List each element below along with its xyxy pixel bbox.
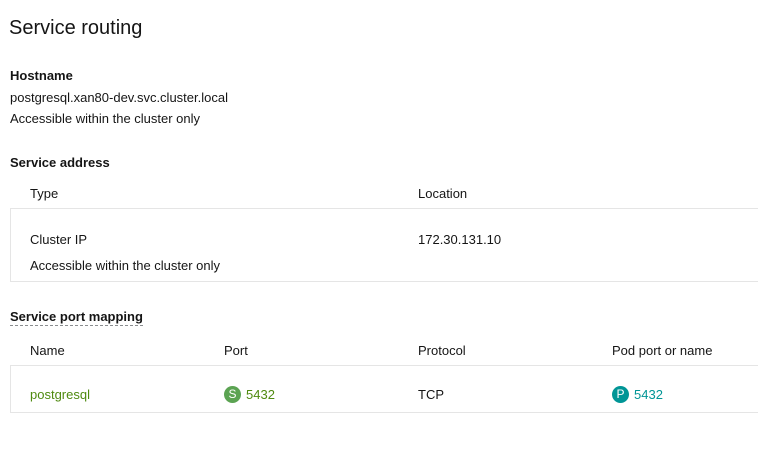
column-header-name: Name — [30, 343, 65, 358]
hostname-note: Accessible within the cluster only — [10, 111, 201, 126]
port-mapping-label-text[interactable]: Service port mapping — [10, 309, 143, 326]
service-address-label: Service address — [10, 155, 110, 170]
divider — [10, 208, 758, 209]
port-name-link[interactable]: postgresql — [30, 387, 90, 402]
divider — [10, 281, 758, 282]
column-header-location: Location — [418, 186, 468, 201]
divider — [10, 412, 758, 413]
hostname-value: postgresql.xan80-dev.svc.cluster.local — [10, 90, 228, 105]
pod-port: P 5432 — [612, 386, 663, 404]
service-port: S 5432 — [224, 386, 275, 404]
port-mapping-label[interactable]: Service port mapping — [10, 309, 143, 326]
column-header-protocol: Protocol — [418, 343, 466, 358]
column-header-type: Type — [30, 186, 59, 201]
service-port-value: 5432 — [246, 387, 275, 403]
hostname-label: Hostname — [10, 68, 73, 83]
pod-port-value: 5432 — [634, 387, 663, 403]
column-header-pod-port: Pod port or name — [612, 343, 713, 358]
service-badge-icon: S — [224, 386, 241, 404]
divider — [10, 365, 758, 366]
cluster-ip-type: Cluster IP — [30, 232, 88, 247]
page-title: Service routing — [9, 17, 143, 39]
divider — [10, 208, 11, 282]
column-header-port: Port — [224, 343, 248, 358]
cluster-ip-location: 172.30.131.10 — [418, 232, 502, 247]
protocol-value: TCP — [418, 387, 444, 402]
pod-badge-icon: P — [612, 386, 629, 404]
cluster-ip-note: Accessible within the cluster only — [30, 258, 221, 273]
divider — [10, 365, 11, 412]
